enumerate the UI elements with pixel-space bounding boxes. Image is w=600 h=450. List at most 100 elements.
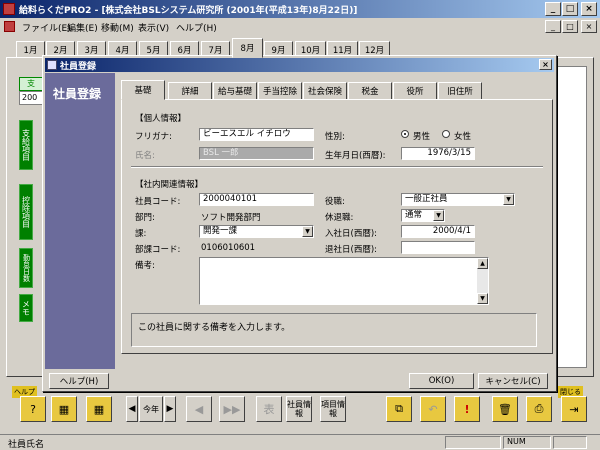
gender-male-radio[interactable] xyxy=(401,130,409,138)
status-bar: 社員氏名 NUM xyxy=(0,434,600,450)
app-title: 給料らくだPRO2 - [株式会社BSLシステム研究所 (2001年(平成13年… xyxy=(19,6,358,16)
alert-button[interactable]: ! xyxy=(454,396,480,422)
post-select[interactable]: 一般正社員 ▼ xyxy=(401,193,515,206)
employee-dialog: 社員登録 × 社員登録 基礎 詳細 給与基礎 手当控除 社会保険 税金 役所 旧… xyxy=(42,55,557,392)
calc-icon-button-2[interactable]: ▦ xyxy=(86,396,112,422)
calculator-icon: ▦ xyxy=(58,402,70,416)
menu-view[interactable]: 表示(V) xyxy=(138,21,169,34)
gender-label: 性別: xyxy=(325,132,345,142)
chevron-down-icon[interactable]: ▼ xyxy=(433,210,444,221)
dialog-tab-allowance[interactable]: 手当控除 xyxy=(258,82,302,100)
gender-female-radio[interactable] xyxy=(442,130,450,138)
section-select[interactable]: 開発一課 ▼ xyxy=(199,225,314,238)
maximize-button[interactable]: □ xyxy=(562,2,578,16)
dialog-tab-old-address[interactable]: 旧住所 xyxy=(438,82,482,100)
item-info-button[interactable]: 項目情報 xyxy=(320,396,346,422)
gender-female-label[interactable]: 女性 xyxy=(454,130,471,142)
delete-button[interactable]: 🗑 xyxy=(492,396,518,422)
join-input[interactable]: 2000/4/1 xyxy=(401,225,475,238)
last-button[interactable]: ▶▶ xyxy=(219,396,245,422)
chevron-down-icon[interactable]: ▼ xyxy=(503,194,514,205)
memo-textarea[interactable]: ▲ ▼ xyxy=(199,257,489,305)
first-button[interactable]: ◀ xyxy=(186,396,212,422)
scroll-up-icon[interactable]: ▲ xyxy=(477,258,488,269)
arrow-left-icon: ◀ xyxy=(128,404,136,414)
menu-help[interactable]: ヘルプ(H) xyxy=(176,21,217,34)
month-tab-1[interactable]: 1月 xyxy=(16,41,45,58)
employee-code-label: 社員コード: xyxy=(135,197,181,207)
doc-icon[interactable] xyxy=(4,21,15,32)
deptcode-label: 部課コード: xyxy=(135,245,181,255)
table-button[interactable]: 表 xyxy=(256,396,282,422)
gender-male-label[interactable]: 男性 xyxy=(413,130,430,142)
month-tab-8[interactable]: 8月 xyxy=(232,38,263,58)
exit-button[interactable]: ⇥ xyxy=(561,396,587,422)
close-button[interactable]: × xyxy=(581,2,597,16)
dialog-title: 社員登録 xyxy=(60,62,97,72)
current-year-button[interactable]: 今年 xyxy=(139,396,163,422)
undo-button[interactable]: ↶ xyxy=(420,396,446,422)
dialog-tab-details[interactable]: 詳細 xyxy=(168,82,212,100)
dialog-tab-basic[interactable]: 基礎 xyxy=(121,80,165,100)
app-icon[interactable] xyxy=(3,3,15,15)
exit-label: 退社日(西暦): xyxy=(325,245,377,255)
menu-move[interactable]: 移動(M) xyxy=(101,21,134,34)
copy-button[interactable]: ⧉ xyxy=(386,396,412,422)
exit-door-icon: ⇥ xyxy=(569,402,579,416)
exit-input[interactable] xyxy=(401,241,475,254)
print-button[interactable]: ⎙ xyxy=(526,396,552,422)
copy-icon: ⧉ xyxy=(395,402,403,415)
minimize-button[interactable]: _ xyxy=(545,2,561,16)
name-input[interactable]: BSL 一郎 xyxy=(199,147,314,160)
employee-code-input[interactable]: 2000040101 xyxy=(199,193,314,206)
bottom-toolbar: ヘルプ ? ▦ ▦ ◀ 今年 ▶ ◀ ▶▶ 表 社員情報 項目情報 ⧉ ↶ ! … xyxy=(6,380,594,430)
dialog-title-bar: 社員登録 × xyxy=(45,58,554,72)
side-button-deduction-items[interactable]: 控除項目 xyxy=(19,184,33,240)
scroll-down-icon[interactable]: ▼ xyxy=(477,293,488,304)
mdi-minimize-button[interactable]: _ xyxy=(545,20,561,33)
exclamation-icon: ! xyxy=(464,402,470,416)
side-button-memo[interactable]: メモ xyxy=(19,294,33,322)
question-icon: ? xyxy=(30,402,36,416)
birth-input[interactable]: 1976/3/15 xyxy=(401,147,475,160)
hint-text: この社員に関する備考を入力します。 xyxy=(138,323,291,333)
post-label: 役職: xyxy=(325,197,345,207)
menu-bar: ファイル(E) 編集(E) 移動(M) 表示(V) ヘルプ(H) _ □ × xyxy=(0,18,600,35)
dialog-tab-tax[interactable]: 税金 xyxy=(348,82,392,100)
dialog-tab-social-insurance[interactable]: 社会保険 xyxy=(303,82,347,100)
side-header: 支 xyxy=(19,77,43,91)
chevron-down-icon[interactable]: ▼ xyxy=(302,226,313,237)
dialog-close-button[interactable]: × xyxy=(539,59,552,70)
menu-file[interactable]: ファイル(E) xyxy=(22,21,71,34)
dept-label: 部門: xyxy=(135,213,155,223)
skip-forward-icon: ▶▶ xyxy=(223,402,241,416)
calculator-icon: ▦ xyxy=(93,402,105,416)
leave-label: 休退職: xyxy=(325,213,354,223)
leave-select[interactable]: 通常 ▼ xyxy=(401,209,445,222)
next-year-button[interactable]: ▶ xyxy=(164,396,176,422)
arrow-left-icon: ◀ xyxy=(194,402,204,416)
furigana-label: フリガナ: xyxy=(135,132,172,142)
undo-icon: ↶ xyxy=(428,402,438,416)
dialog-left-band: 社員登録 xyxy=(45,73,115,369)
mdi-restore-button[interactable]: □ xyxy=(562,20,578,33)
dialog-tab-salary-basic[interactable]: 給与基礎 xyxy=(213,82,257,100)
section-select-value: 開発一課 xyxy=(203,226,238,236)
memo-scrollbar[interactable]: ▲ ▼ xyxy=(477,258,488,304)
printer-icon: ⎙ xyxy=(534,402,544,415)
help-icon-button[interactable]: ? xyxy=(20,396,46,422)
mdi-close-button[interactable]: × xyxy=(581,20,597,33)
employee-info-button[interactable]: 社員情報 xyxy=(286,396,312,422)
prev-year-button[interactable]: ◀ xyxy=(126,396,138,422)
menu-edit[interactable]: 編集(E) xyxy=(67,21,98,34)
name-label: 氏名: xyxy=(135,151,155,161)
dialog-tab-office[interactable]: 役所 xyxy=(393,82,437,100)
main-panel-white xyxy=(555,66,587,368)
side-button-pay-items[interactable]: 支給項目 xyxy=(19,120,33,170)
hint-box: この社員に関する備考を入力します。 xyxy=(131,313,537,347)
dialog-heading: 社員登録 xyxy=(53,87,102,101)
furigana-input[interactable]: ビーエスエル イチロウ xyxy=(199,128,314,141)
status-text: 社員氏名 xyxy=(8,440,45,450)
calc-icon-button-1[interactable]: ▦ xyxy=(51,396,77,422)
side-button-attendance-days[interactable]: 勤怠日数 xyxy=(19,248,33,288)
